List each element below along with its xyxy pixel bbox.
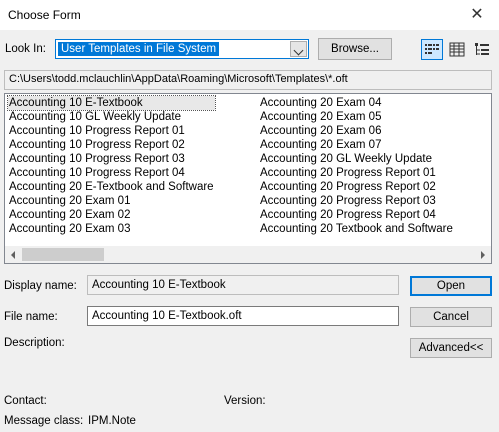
scrollbar-thumb[interactable]	[22, 248, 104, 261]
display-name-field: Accounting 10 E-Textbook	[87, 275, 399, 295]
list-item[interactable]: Accounting 20 Progress Report 04	[259, 208, 454, 222]
close-icon[interactable]: ✕	[455, 0, 499, 30]
scroll-right-icon[interactable]	[474, 246, 491, 263]
list-item[interactable]: Accounting 10 GL Weekly Update	[8, 110, 215, 124]
title-bar: Choose Form ✕	[0, 0, 499, 30]
list-item[interactable]: Accounting 10 Progress Report 02	[8, 138, 215, 152]
list-item[interactable]: Accounting 20 Exam 07	[259, 138, 454, 152]
look-in-label: Look In:	[5, 43, 46, 55]
properties-view-icon[interactable]	[471, 39, 493, 60]
list-item[interactable]: Accounting 20 Exam 02	[8, 208, 215, 222]
path-bar: C:\Users\todd.mclauchlin\AppData\Roaming…	[4, 70, 492, 90]
list-item[interactable]: Accounting 20 Exam 06	[259, 124, 454, 138]
list-item[interactable]: Accounting 20 Progress Report 01	[259, 166, 454, 180]
list-item[interactable]: Accounting 20 Exam 01	[8, 194, 215, 208]
description-label: Description:	[4, 337, 65, 349]
list-item[interactable]: Accounting 10 Progress Report 04	[8, 166, 215, 180]
choose-form-dialog: Choose Form ✕ Look In: User Templates in…	[0, 0, 499, 432]
list-item[interactable]: Accounting 20 Exam 04	[259, 96, 454, 110]
list-item[interactable]: Accounting 20 GL Weekly Update	[259, 152, 454, 166]
list-item[interactable]: Accounting 20 Progress Report 02	[259, 180, 454, 194]
chevron-down-icon[interactable]	[290, 41, 307, 57]
file-name-field[interactable]: Accounting 10 E-Textbook.oft	[87, 306, 399, 326]
list-item[interactable]: Accounting 10 E-Textbook	[7, 95, 216, 111]
advanced-button[interactable]: Advanced<<	[410, 338, 492, 358]
form-list[interactable]: Accounting 10 E-Textbook Accounting 10 G…	[4, 93, 492, 264]
list-item[interactable]: Accounting 20 Exam 03	[8, 222, 215, 236]
cancel-button[interactable]: Cancel	[410, 307, 492, 327]
open-button[interactable]: Open	[410, 276, 492, 296]
form-list-column-1: Accounting 10 E-Textbook Accounting 10 G…	[7, 95, 216, 236]
display-name-label: Display name:	[4, 280, 77, 292]
list-item[interactable]: Accounting 20 Progress Report 03	[259, 194, 454, 208]
look-in-dropdown[interactable]: User Templates in File System	[55, 39, 309, 59]
list-item[interactable]: Accounting 20 E-Textbook and Software	[8, 180, 215, 194]
window-title: Choose Form	[8, 8, 81, 22]
list-item[interactable]: Accounting 20 Textbook and Software	[259, 222, 454, 236]
list-view-icon[interactable]	[421, 39, 443, 60]
look-in-value: User Templates in File System	[58, 42, 220, 56]
form-list-column-2: Accounting 20 Exam 04 Accounting 20 Exam…	[259, 96, 454, 236]
list-item[interactable]: Accounting 10 Progress Report 01	[8, 124, 215, 138]
contact-label: Contact:	[4, 395, 47, 407]
file-name-label: File name:	[4, 311, 58, 323]
message-class-label: Message class:	[4, 415, 84, 427]
list-item[interactable]: Accounting 10 Progress Report 03	[8, 152, 215, 166]
version-label: Version:	[224, 395, 266, 407]
list-item[interactable]: Accounting 20 Exam 05	[259, 110, 454, 124]
details-view-icon[interactable]	[446, 39, 468, 60]
scroll-left-icon[interactable]	[5, 246, 22, 263]
message-class-value: IPM.Note	[88, 415, 136, 427]
horizontal-scrollbar[interactable]	[5, 246, 491, 263]
browse-button[interactable]: Browse...	[318, 38, 392, 60]
